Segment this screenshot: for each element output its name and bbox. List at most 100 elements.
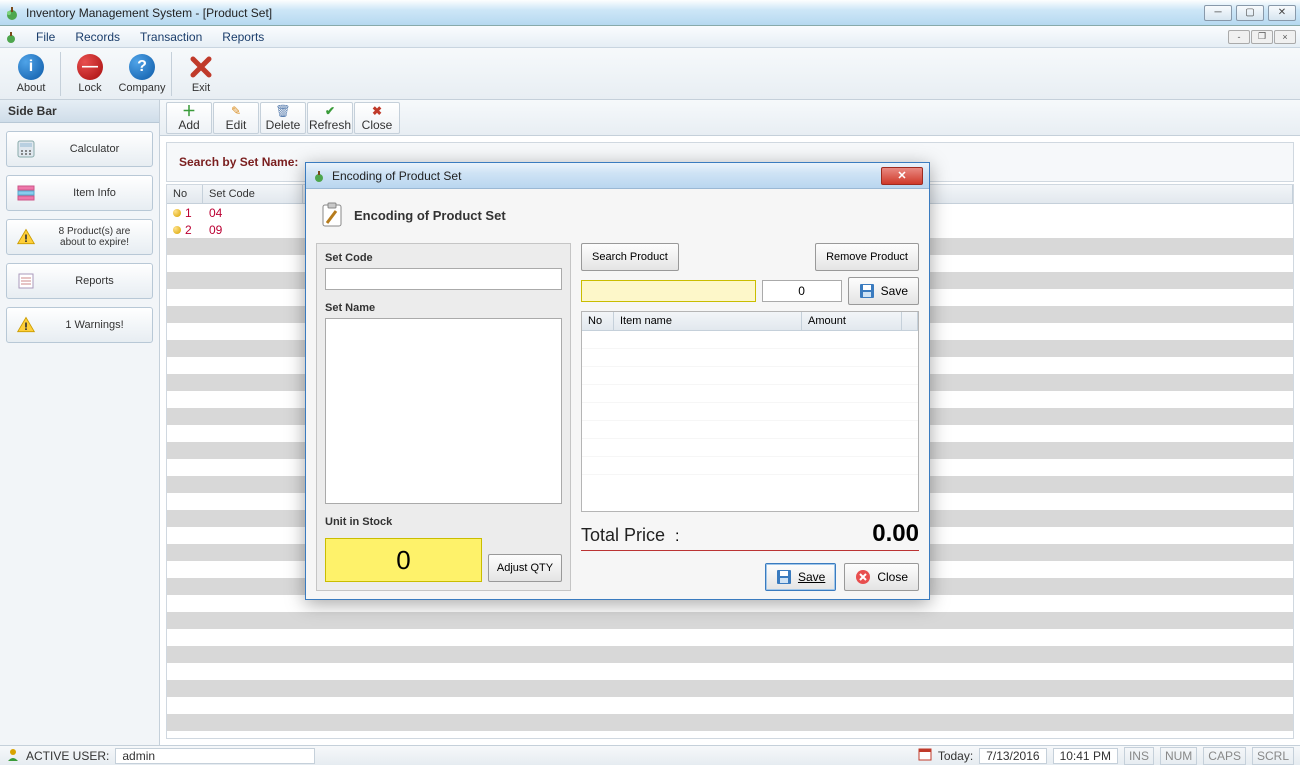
menu-records[interactable]: Records xyxy=(65,28,130,46)
item-grid[interactable]: No Item name Amount xyxy=(581,311,919,512)
search-label: Search by Set Name: xyxy=(179,155,298,169)
dialog-close-button[interactable]: Close xyxy=(844,563,919,591)
itemgrid-col-no[interactable]: No xyxy=(582,312,614,330)
status-time: 10:41 PM xyxy=(1053,748,1118,764)
company-button[interactable]: ? Company xyxy=(117,50,167,98)
reports-icon xyxy=(15,270,37,292)
status-chip-scrl: SCRL xyxy=(1252,747,1294,765)
delete-label: Delete xyxy=(266,118,301,132)
sidebar-item-calculator[interactable]: Calculator xyxy=(6,131,153,167)
adjust-qty-button[interactable]: Adjust QTY xyxy=(488,554,562,582)
item-grid-body xyxy=(582,331,918,481)
lock-button[interactable]: — Lock xyxy=(65,50,115,98)
quantity-input[interactable] xyxy=(762,280,842,302)
add-button[interactable]: ＋Add xyxy=(166,102,212,134)
set-name-label: Set Name xyxy=(325,302,562,314)
menu-transaction[interactable]: Transaction xyxy=(130,28,212,46)
warning-icon xyxy=(15,314,37,336)
add-label: Add xyxy=(178,118,199,132)
set-name-textarea[interactable] xyxy=(325,318,562,504)
clipboard-icon xyxy=(318,201,346,229)
edit-label: Edit xyxy=(226,118,247,132)
sidebar-item-label: Reports xyxy=(45,275,144,287)
remove-product-button[interactable]: Remove Product xyxy=(815,243,919,271)
set-code-input[interactable] xyxy=(325,268,562,290)
dialog-heading-text: Encoding of Product Set xyxy=(354,208,506,223)
dialog-right-panel: Search Product Remove Product Save No I xyxy=(581,243,919,591)
exit-x-icon xyxy=(188,54,214,80)
check-icon: ✔ xyxy=(323,104,337,118)
sidebar-item-expiring[interactable]: 8 Product(s) are about to expire! xyxy=(6,219,153,255)
total-price-label: Total Price xyxy=(581,525,665,546)
mdi-minimize-button[interactable]: - xyxy=(1228,30,1250,44)
menu-bar: File Records Transaction Reports - ❐ × xyxy=(0,26,1300,48)
grid-col-setcode[interactable]: Set Code xyxy=(203,185,303,203)
window-close-button[interactable]: ✕ xyxy=(1268,5,1296,21)
window-titlebar: Inventory Management System - [Product S… xyxy=(0,0,1300,26)
mdi-restore-button[interactable]: ❐ xyxy=(1251,30,1273,44)
sidebar-item-iteminfo[interactable]: Item Info xyxy=(6,175,153,211)
cell-no: 2 xyxy=(167,223,203,237)
dialog-titlebar[interactable]: Encoding of Product Set ✕ xyxy=(306,163,929,189)
close-x-icon xyxy=(855,569,871,585)
edit-button[interactable]: ✎Edit xyxy=(213,102,259,134)
cell-no: 1 xyxy=(167,206,203,220)
sidebar: Side Bar Calculator Item Info 8 Product(… xyxy=(0,100,160,745)
x-icon: ✖ xyxy=(370,104,384,118)
sidebar-item-label: Item Info xyxy=(45,187,144,199)
unit-in-stock-value: 0 xyxy=(325,538,482,582)
question-icon: ? xyxy=(129,54,155,80)
sidebar-item-label: 8 Product(s) are about to expire! xyxy=(45,226,144,248)
lock-label: Lock xyxy=(78,82,101,94)
about-button[interactable]: i About xyxy=(6,50,56,98)
product-search-field[interactable] xyxy=(581,280,756,302)
menu-app-icon xyxy=(4,30,18,44)
menu-file[interactable]: File xyxy=(26,28,65,46)
status-chip-caps: CAPS xyxy=(1203,747,1246,765)
exit-button[interactable]: Exit xyxy=(176,50,226,98)
save-disk-icon xyxy=(859,283,875,299)
grid-col-no[interactable]: No xyxy=(167,185,203,203)
plus-icon: ＋ xyxy=(182,104,196,118)
info-icon: i xyxy=(18,54,44,80)
warning-icon xyxy=(15,226,37,248)
refresh-button[interactable]: ✔Refresh xyxy=(307,102,353,134)
total-price-row: Total Price : 0.00 xyxy=(581,520,919,551)
window-maximize-button[interactable]: ▢ xyxy=(1236,5,1264,21)
status-bar: ACTIVE USER: admin Today: 7/13/2016 10:4… xyxy=(0,745,1300,765)
active-user-value: admin xyxy=(115,748,315,764)
about-label: About xyxy=(17,82,46,94)
refresh-label: Refresh xyxy=(309,118,351,132)
search-product-button[interactable]: Search Product xyxy=(581,243,679,271)
status-chip-ins: INS xyxy=(1124,747,1154,765)
close-label: Close xyxy=(362,118,393,132)
menu-reports[interactable]: Reports xyxy=(212,28,274,46)
save-line-button[interactable]: Save xyxy=(848,277,919,305)
itemgrid-col-amount[interactable]: Amount xyxy=(802,312,902,330)
total-colon: : xyxy=(675,528,679,546)
sidebar-header: Side Bar xyxy=(0,100,159,123)
close-button[interactable]: ✖Close xyxy=(354,102,400,134)
dialog-save-button[interactable]: Save xyxy=(765,563,836,591)
cell-code: 04 xyxy=(203,206,303,220)
itemgrid-col-itemname[interactable]: Item name xyxy=(614,312,802,330)
sidebar-item-label: 1 Warnings! xyxy=(45,319,144,331)
window-title: Inventory Management System - [Product S… xyxy=(26,6,1204,20)
window-minimize-button[interactable]: ─ xyxy=(1204,5,1232,21)
status-date: 7/13/2016 xyxy=(979,748,1046,764)
user-icon xyxy=(6,747,20,764)
delete-button[interactable]: 🗑Delete xyxy=(260,102,306,134)
total-price-value: 0.00 xyxy=(690,520,920,548)
calculator-icon xyxy=(15,138,37,160)
set-code-label: Set Code xyxy=(325,252,562,264)
sidebar-item-warnings[interactable]: 1 Warnings! xyxy=(6,307,153,343)
dialog-close-x-button[interactable]: ✕ xyxy=(881,167,923,185)
save-line-label: Save xyxy=(881,284,908,298)
dialog-save-label: Save xyxy=(798,570,825,584)
toolbar-separator xyxy=(171,52,172,96)
mdi-close-button[interactable]: × xyxy=(1274,30,1296,44)
sidebar-item-reports[interactable]: Reports xyxy=(6,263,153,299)
toolbar-separator xyxy=(60,52,61,96)
itemgrid-col-blank xyxy=(902,312,918,330)
dialog-close-label: Close xyxy=(877,570,908,584)
